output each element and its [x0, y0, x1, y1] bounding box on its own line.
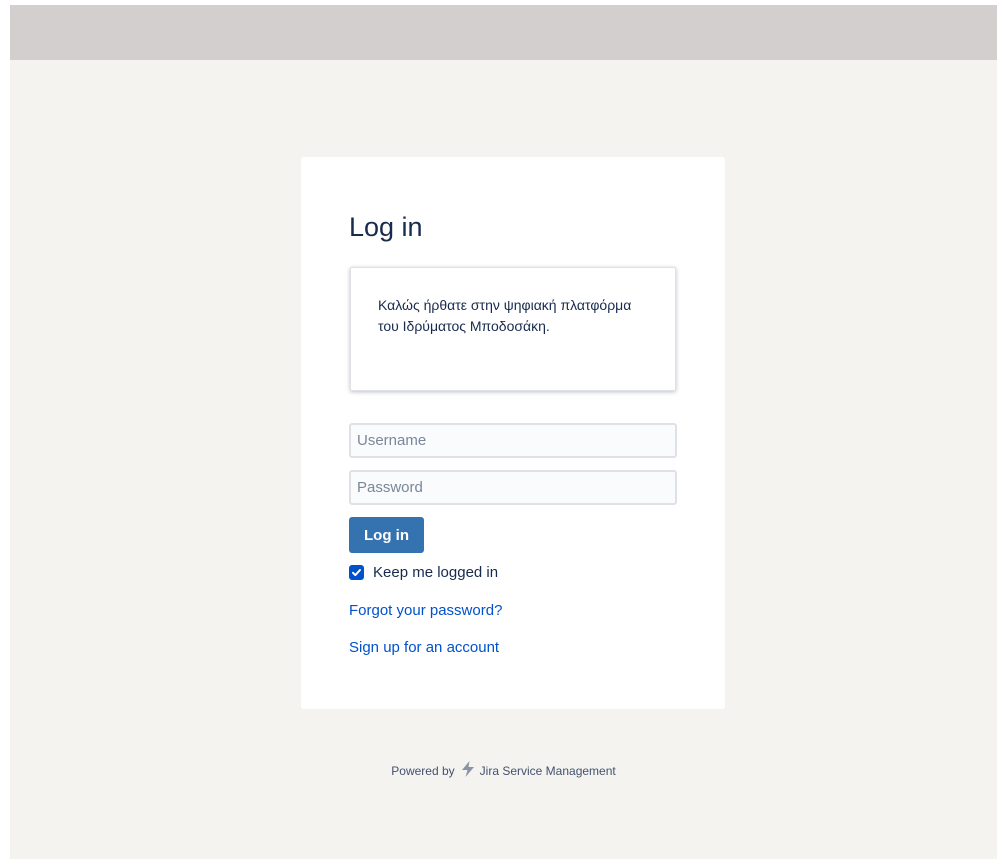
- login-card: Log in Καλώς ήρθατε στην ψηφιακή πλατφόρ…: [301, 157, 725, 709]
- product-name[interactable]: Jira Service Management: [480, 764, 616, 778]
- checkmark-icon: [352, 568, 361, 576]
- jira-service-management-icon: [459, 760, 477, 781]
- signup-link[interactable]: Sign up for an account: [349, 639, 499, 656]
- password-input[interactable]: [349, 470, 677, 505]
- welcome-message-box: Καλώς ήρθατε στην ψηφιακή πλατφόρμα του …: [350, 267, 676, 391]
- keep-logged-in-label: Keep me logged in: [373, 563, 499, 581]
- footer: Powered by Jira Service Management: [10, 760, 997, 781]
- header-bar: [10, 5, 997, 60]
- welcome-message: Καλώς ήρθατε στην ψηφιακή πλατφόρμα του …: [378, 297, 632, 334]
- page-background: Log in Καλώς ήρθατε στην ψηφιακή πλατφόρ…: [10, 5, 997, 859]
- keep-logged-in-option[interactable]: Keep me logged in: [349, 562, 498, 582]
- username-input[interactable]: [349, 423, 677, 458]
- forgot-password-link[interactable]: Forgot your password?: [349, 602, 502, 619]
- keep-logged-in-checkbox[interactable]: [349, 564, 364, 580]
- page-title: Log in: [349, 212, 423, 242]
- login-button[interactable]: Log in: [349, 517, 424, 553]
- powered-by-text: Powered by: [391, 763, 455, 778]
